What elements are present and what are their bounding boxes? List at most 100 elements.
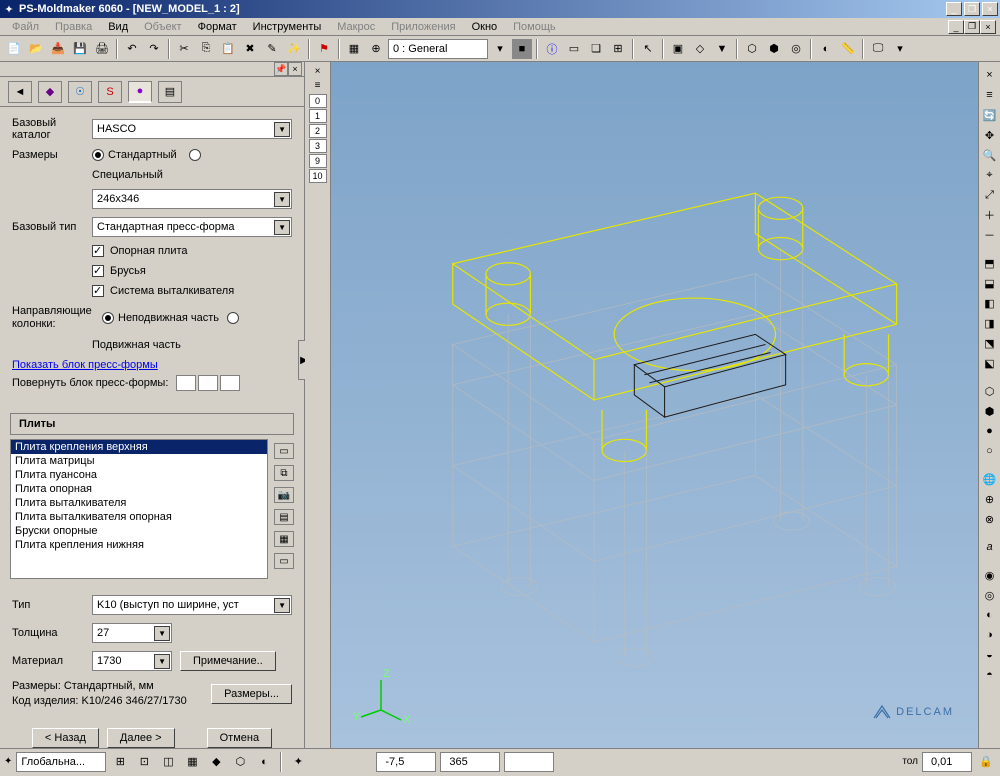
circle3-icon[interactable]: ◐ [981, 606, 999, 624]
shade-wire-icon[interactable]: ⬡ [981, 382, 999, 400]
view-top-icon[interactable]: ⬒ [981, 254, 999, 272]
rotate-btn-1[interactable] [176, 375, 196, 391]
undo-icon[interactable]: ↶ [122, 39, 142, 59]
zoom-icon[interactable]: 🔍 [981, 146, 999, 164]
circle1-icon[interactable]: ◉ [981, 566, 999, 584]
wand-icon[interactable]: ✨ [284, 39, 304, 59]
maximize-button[interactable]: ❐ [964, 2, 980, 16]
menu-apps[interactable]: Приложения [383, 19, 463, 35]
material-select[interactable]: 1730 [92, 651, 172, 671]
shade-smooth-icon[interactable]: ● [981, 422, 999, 440]
level-0[interactable]: 0 [309, 94, 327, 108]
color-icon[interactable]: ■ [512, 39, 532, 59]
menu-macro[interactable]: Макрос [329, 19, 383, 35]
box-select-icon[interactable]: ▣ [668, 39, 688, 59]
status-icon-2[interactable]: ⊡ [134, 752, 154, 772]
rt-grip-icon[interactable]: ≡ [981, 86, 999, 104]
cascade-icon[interactable]: ❏ [586, 39, 606, 59]
zoom-out-icon[interactable]: － [981, 226, 999, 244]
wiz-tab-1[interactable]: ◄ [8, 81, 32, 103]
status-icon-3[interactable]: ◫ [158, 752, 178, 772]
list-item[interactable]: Плита крепления верхняя [11, 440, 267, 454]
layer-icon[interactable]: ▦ [344, 39, 364, 59]
ruler-close-icon[interactable]: × [311, 66, 325, 78]
level-2[interactable]: 2 [309, 124, 327, 138]
status-icon-7[interactable]: ◐ [254, 752, 274, 772]
list-item[interactable]: Плита матрицы [11, 454, 267, 468]
back-button[interactable]: < Назад [32, 728, 99, 748]
status-icon-6[interactable]: ⬡ [230, 752, 250, 772]
list-item[interactable]: Бруски опорные [11, 524, 267, 538]
cb-ejector[interactable] [92, 285, 104, 297]
wiz-tab-4[interactable]: S [98, 81, 122, 103]
catalog-select[interactable]: HASCO [92, 119, 292, 139]
measure-icon[interactable]: 📏 [838, 39, 858, 59]
alpha-icon[interactable]: a [981, 538, 999, 556]
menu-edit[interactable]: Правка [47, 19, 100, 35]
open-icon[interactable]: 📂 [26, 39, 46, 59]
ruler-handle-icon[interactable]: ≡ [311, 80, 325, 92]
select-icon[interactable]: ↖ [638, 39, 658, 59]
menu-tools[interactable]: Инструменты [245, 19, 330, 35]
dims-button[interactable]: Размеры... [211, 684, 292, 704]
type-select[interactable]: K10 (выступ по ширине, уст [92, 595, 292, 615]
menu-object[interactable]: Объект [136, 19, 189, 35]
cancel-button[interactable]: Отмена [207, 728, 272, 748]
basetype-select[interactable]: Стандартная пресс-форма [92, 217, 292, 237]
plate-icon-3[interactable]: 📷 [274, 487, 294, 503]
rotate-btn-2[interactable] [198, 375, 218, 391]
list-item[interactable]: Плита пуансона [11, 468, 267, 482]
display-icon[interactable]: 🖵 [868, 39, 888, 59]
filter-icon[interactable]: ▼ [712, 39, 732, 59]
chevron-down-icon[interactable]: ▾ [490, 39, 510, 59]
circle6-icon[interactable]: ◓ [981, 666, 999, 684]
thickness-select[interactable]: 27 [92, 623, 172, 643]
status-cs-combo[interactable]: Глобальна... [16, 752, 106, 772]
size-select[interactable]: 246x346 [92, 189, 292, 209]
menu-window[interactable]: Окно [464, 19, 506, 35]
menu-format[interactable]: Формат [190, 19, 245, 35]
status-icon-1[interactable]: ⊞ [110, 752, 130, 772]
rotate-icon[interactable]: 🔄 [981, 106, 999, 124]
view-side-icon[interactable]: ◧ [981, 294, 999, 312]
redo-icon[interactable]: ↷ [144, 39, 164, 59]
paste-icon[interactable]: 📋 [218, 39, 238, 59]
circle5-icon[interactable]: ◒ [981, 646, 999, 664]
cut-icon[interactable]: ✂ [174, 39, 194, 59]
wiz-tab-3[interactable]: ☉ [68, 81, 92, 103]
plate-icon-5[interactable]: ▦ [274, 531, 294, 547]
level-1[interactable]: 1 [309, 109, 327, 123]
radio-special[interactable] [189, 149, 201, 161]
list-item[interactable]: Плита выталкивателя опорная [11, 510, 267, 524]
new-icon[interactable]: 📄 [4, 39, 24, 59]
globe2-icon[interactable]: ⊕ [981, 490, 999, 508]
plates-listbox[interactable]: Плита крепления верхняя Плита матрицы Пл… [10, 439, 268, 579]
status-icon-4[interactable]: ▦ [182, 752, 202, 772]
copy-icon[interactable]: ⎘ [196, 39, 216, 59]
delete-icon[interactable]: ✖ [240, 39, 260, 59]
menu-file[interactable]: Файл [4, 19, 47, 35]
cb-baseplate[interactable] [92, 245, 104, 257]
view-front-icon[interactable]: ⬓ [981, 274, 999, 292]
print-icon[interactable]: 🖨 [92, 39, 112, 59]
cb-bars[interactable] [92, 265, 104, 277]
globe-icon[interactable]: 🌐 [981, 470, 999, 488]
view-iso2-icon[interactable]: ⬔ [981, 334, 999, 352]
flag-icon[interactable]: ⚑ [314, 39, 334, 59]
sidebar-close-icon[interactable]: × [288, 62, 302, 76]
rotate-btn-3[interactable] [220, 375, 240, 391]
plate-icon-2[interactable]: ⧉ [274, 465, 294, 481]
level-9[interactable]: 9 [309, 154, 327, 168]
pan-icon[interactable]: ✥ [981, 126, 999, 144]
poly-select-icon[interactable]: ◇ [690, 39, 710, 59]
status-lock-icon[interactable]: 🔒 [976, 752, 996, 772]
next-button[interactable]: Далее > [107, 728, 175, 748]
wiz-tab-6[interactable]: ▤ [158, 81, 182, 103]
window-icon[interactable]: ▭ [564, 39, 584, 59]
shade-flat-icon[interactable]: ⬢ [981, 402, 999, 420]
globe3-icon[interactable]: ⊗ [981, 510, 999, 528]
layer-add-icon[interactable]: ⊕ [366, 39, 386, 59]
3d-viewport[interactable]: X Y Z DELCAM [331, 62, 978, 748]
wiz-tab-5[interactable]: ● [128, 81, 152, 103]
plate-icon-1[interactable]: ▭ [274, 443, 294, 459]
